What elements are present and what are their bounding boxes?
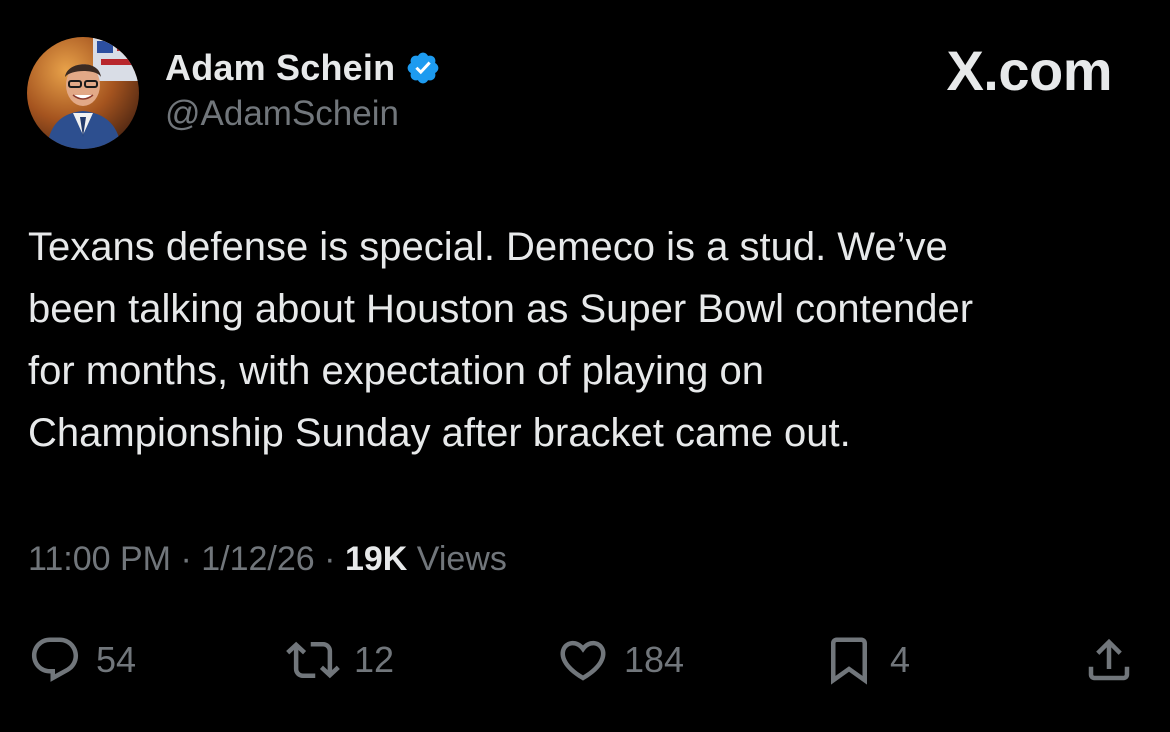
- like-count: 184: [624, 639, 685, 680]
- action-bar: 54 12 184 4: [0, 625, 1170, 695]
- avatar[interactable]: [27, 37, 139, 149]
- tweet-text-line: for months, with expectation of playing …: [28, 349, 764, 393]
- heart-icon: [560, 640, 606, 681]
- author-name-row[interactable]: Adam Schein: [165, 44, 441, 92]
- tweet-text-line: been talking about Houston as Super Bowl…: [28, 287, 974, 331]
- brand-logo: X.com: [946, 39, 1112, 102]
- repost-icon: [286, 641, 340, 679]
- like-button[interactable]: 184: [556, 625, 684, 695]
- repost-button[interactable]: 12: [286, 625, 394, 695]
- reply-icon: [31, 637, 79, 682]
- views-label: Views: [416, 540, 507, 578]
- repost-count: 12: [354, 639, 395, 680]
- share-icon: [1088, 638, 1130, 681]
- meta-separator: ·: [324, 540, 336, 578]
- meta-separator: ·: [180, 540, 192, 578]
- reply-button[interactable]: 54: [28, 625, 136, 695]
- reply-count: 54: [96, 639, 137, 680]
- tweet-text-line: Texans defense is special. Demeco is a s…: [28, 225, 948, 269]
- tweet-date[interactable]: 1/12/26: [201, 540, 314, 578]
- tweet-meta: 11:00 PM · 1/12/26 · 19K Views: [28, 540, 507, 579]
- bookmark-button[interactable]: 4: [822, 625, 910, 695]
- tweet-text: Texans defense is special. Demeco is a s…: [28, 216, 1138, 464]
- bookmark-count: 4: [890, 639, 911, 680]
- bookmark-icon: [831, 637, 867, 685]
- author-handle[interactable]: @AdamSchein: [165, 94, 399, 134]
- verified-badge-icon: [407, 52, 439, 84]
- share-button[interactable]: [1082, 625, 1136, 695]
- author-display-name[interactable]: Adam Schein: [165, 47, 395, 89]
- views-count[interactable]: 19K: [345, 540, 407, 578]
- tweet-time[interactable]: 11:00 PM: [28, 540, 171, 578]
- avatar-photo: [27, 37, 139, 149]
- tweet-text-line: Championship Sunday after bracket came o…: [28, 411, 851, 455]
